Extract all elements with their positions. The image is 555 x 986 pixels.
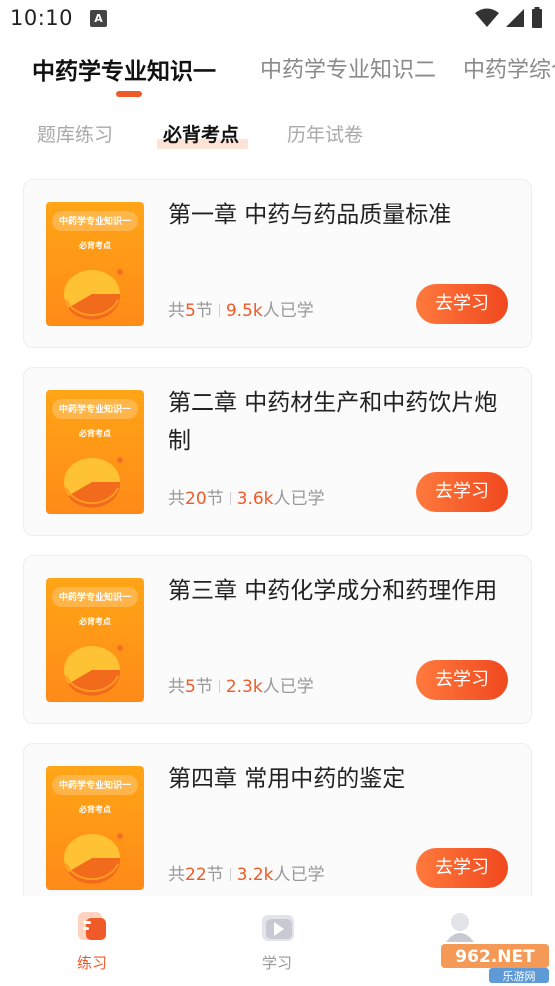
meta-learners-suffix: 人已学: [262, 677, 314, 697]
chapter-card[interactable]: 中药学专业知识一 必背考点 第二章 中药材生产和中药饮片炮制 共20节 3.6k人…: [23, 367, 532, 536]
signal-icon: [506, 9, 524, 27]
chapter-card[interactable]: 中药学专业知识一 必背考点 第四章 常用中药的鉴定 共22节 3.2k人已学 去学…: [23, 743, 532, 912]
wifi-icon: [475, 8, 499, 27]
pie-illustration-icon: [64, 269, 123, 320]
practice-icon: [78, 912, 106, 940]
status-time: 10:10: [10, 6, 74, 30]
section-count: 22: [185, 865, 207, 885]
nav-study[interactable]: 学习: [237, 910, 317, 973]
cover-subtitle: 必背考点: [79, 805, 111, 814]
chapter-title: 第四章 常用中药的鉴定: [168, 766, 406, 792]
meta-prefix: 共: [168, 865, 185, 885]
cover-subtitle: 必背考点: [79, 429, 111, 438]
learner-count: 3.6k: [236, 489, 274, 509]
battery-icon: [532, 7, 542, 28]
active-tab-indicator: [116, 91, 142, 97]
pie-illustration-icon: [64, 833, 123, 884]
tab-knowledge-2[interactable]: 中药学专业知识二: [260, 52, 436, 84]
go-study-button[interactable]: 去学习: [416, 472, 508, 512]
meta-learners-suffix: 人已学: [262, 301, 314, 321]
cover-subtitle: 必背考点: [79, 617, 111, 626]
chapter-cover-image: 中药学专业知识一 必背考点: [46, 766, 144, 890]
cover-subtitle: 必背考点: [79, 241, 111, 250]
chapter-card[interactable]: 中药学专业知识一 必背考点 第三章 中药化学成分和药理作用 共5节 2.3k人已学…: [23, 555, 532, 724]
site-watermark-logo: 962.NET 乐游网: [441, 944, 549, 983]
cover-title: 中药学专业知识一: [58, 593, 131, 603]
meta-learners-suffix: 人已学: [273, 489, 325, 509]
learner-count: 2.3k: [225, 677, 263, 697]
learner-count: 9.5k: [225, 301, 263, 321]
nav-practice-label: 练习: [76, 954, 107, 972]
meta-divider: [218, 680, 220, 693]
chapter-meta: 共22节 3.2k人已学: [168, 860, 325, 885]
subtab-key-points[interactable]: 必背考点: [163, 120, 239, 147]
go-study-button[interactable]: 去学习: [416, 848, 508, 888]
section-count: 5: [185, 677, 196, 697]
meta-divider: [218, 304, 220, 317]
status-bar: 10:10 A: [0, 0, 555, 38]
meta-divider: [229, 492, 231, 505]
chapter-title: 第二章 中药材生产和中药饮片炮制: [168, 390, 498, 454]
section-count: 20: [185, 489, 207, 509]
cover-title: 中药学专业知识一: [58, 217, 131, 227]
meta-section-unit: 节: [195, 677, 213, 697]
chapter-title: 第一章 中药与药品质量标准: [168, 202, 452, 228]
subtab-past-papers[interactable]: 历年试卷: [287, 120, 363, 147]
notification-icon: A: [90, 10, 107, 27]
subtab-question-bank[interactable]: 题库练习: [37, 120, 113, 147]
meta-prefix: 共: [168, 489, 185, 509]
chapter-cover-image: 中药学专业知识一 必背考点: [46, 578, 144, 702]
section-count: 5: [185, 301, 196, 321]
meta-section-unit: 节: [195, 301, 213, 321]
go-study-button[interactable]: 去学习: [416, 284, 508, 324]
top-tab-bar: 中药学专业知识一 中药学专业知识二 中药学综合: [0, 48, 555, 98]
watermark-subtext: 乐游网: [503, 970, 536, 983]
chapter-title: 第三章 中药化学成分和药理作用: [168, 578, 498, 604]
tab-knowledge-1[interactable]: 中药学专业知识一: [32, 52, 216, 86]
chapter-meta: 共20节 3.6k人已学: [168, 484, 325, 509]
chapter-cover-image: 中药学专业知识一 必背考点: [46, 202, 144, 326]
chapter-meta: 共5节 2.3k人已学: [168, 672, 314, 697]
meta-divider: [229, 868, 231, 881]
watermark-text: 962.NET: [455, 947, 535, 967]
pie-illustration-icon: [64, 457, 123, 508]
chapter-card[interactable]: 中药学专业知识一 必背考点 第一章 中药与药品质量标准 共5节 9.5k人已学 去…: [23, 179, 532, 348]
learner-count: 3.2k: [236, 865, 274, 885]
go-study-button[interactable]: 去学习: [416, 660, 508, 700]
video-icon: [262, 915, 294, 941]
meta-section-unit: 节: [206, 489, 224, 509]
chapter-cover-image: 中药学专业知识一 必背考点: [46, 390, 144, 514]
nav-practice[interactable]: 练习: [52, 910, 132, 973]
meta-prefix: 共: [168, 301, 185, 321]
cover-title: 中药学专业知识一: [58, 781, 131, 791]
meta-section-unit: 节: [206, 865, 224, 885]
status-icons: [475, 7, 543, 29]
nav-study-label: 学习: [261, 954, 292, 972]
meta-prefix: 共: [168, 677, 185, 697]
pie-illustration-icon: [64, 645, 123, 696]
cover-title: 中药学专业知识一: [58, 405, 131, 415]
chapter-meta: 共5节 9.5k人已学: [168, 296, 314, 321]
meta-learners-suffix: 人已学: [273, 865, 325, 885]
tab-comprehensive[interactable]: 中药学综合: [463, 52, 555, 84]
